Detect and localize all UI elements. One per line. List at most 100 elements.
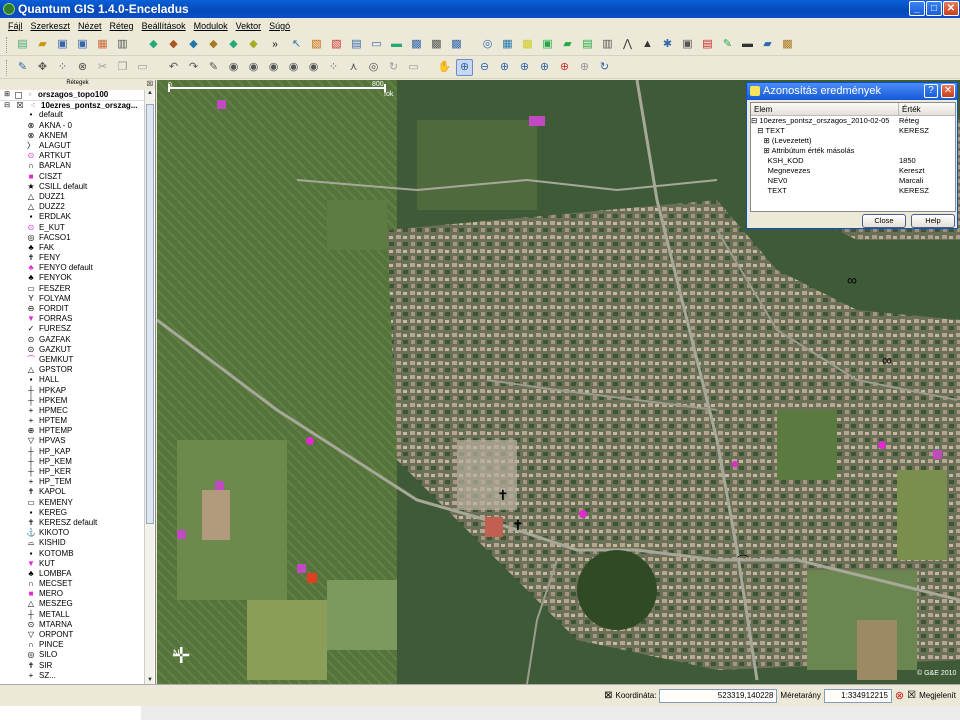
scroll-up-icon[interactable]: ▲: [146, 90, 154, 99]
expand-icon[interactable]: ⊞: [2, 91, 12, 100]
help-button[interactable]: Help: [911, 214, 955, 228]
move-feature-icon[interactable]: ⁘: [54, 59, 71, 76]
tree-row[interactable]: Megnevezes Kereszt: [751, 166, 955, 176]
identify-results-tree[interactable]: Elem Érték ⊟ 10ezres_pontsz_orszagos_201…: [750, 102, 956, 212]
pan-icon[interactable]: ✋: [436, 59, 453, 76]
delete-ring-icon[interactable]: ◉: [265, 59, 282, 76]
tree-row[interactable]: KSH_KOD 1850: [751, 156, 955, 166]
zoom-to-layer-icon[interactable]: ⊕: [536, 59, 553, 76]
refresh-icon[interactable]: ↻: [596, 59, 613, 76]
layer-row-active[interactable]: ⊟ ☒ ⁖ 10ezres_pontsz_orszag...: [0, 100, 155, 110]
rotate-label-icon[interactable]: ▭: [405, 59, 422, 76]
toolbar-overflow-icon[interactable]: »: [265, 36, 285, 53]
show-bookmarks-icon[interactable]: ▩: [448, 36, 465, 53]
save-as-icon[interactable]: ▣: [74, 36, 91, 53]
zoom-next-icon[interactable]: ⊕: [576, 59, 593, 76]
gps-icon[interactable]: ◎: [479, 36, 496, 53]
scrollbar-thumb[interactable]: [146, 104, 154, 524]
bookmark-icon[interactable]: ▩: [408, 36, 425, 53]
terrain-icon[interactable]: ⋀: [619, 36, 636, 53]
menu-help[interactable]: Súgó: [265, 21, 294, 31]
reshape-icon[interactable]: ◉: [305, 59, 322, 76]
delete-icon[interactable]: ⊗: [74, 59, 91, 76]
copyright-label-icon[interactable]: ▰: [759, 36, 776, 53]
layers-scrollbar[interactable]: ▲ ▼: [144, 90, 154, 686]
render-checkbox[interactable]: ☒: [907, 690, 916, 701]
delete-part-icon[interactable]: ◉: [285, 59, 302, 76]
zoom-full-icon[interactable]: ⊕: [496, 59, 513, 76]
add-spatialite-layer-icon[interactable]: ◆: [205, 36, 222, 53]
layer-row-top[interactable]: ⊞ ▫ orszagos_topo100: [0, 90, 155, 100]
zoom-to-selection-icon[interactable]: ⊕: [516, 59, 533, 76]
redo-icon[interactable]: ↷: [185, 59, 202, 76]
close-icon[interactable]: ☒: [147, 80, 153, 88]
menu-plugins[interactable]: Modulok: [190, 21, 232, 31]
merge-icon[interactable]: ⋏: [345, 59, 362, 76]
column-header-value[interactable]: Érték: [899, 103, 955, 115]
north-arrow-icon[interactable]: ▲: [639, 36, 656, 53]
plugin-icon-3[interactable]: ▰: [559, 36, 576, 53]
layer-checkbox[interactable]: [15, 91, 22, 99]
new-bookmark-icon[interactable]: ▩: [428, 36, 445, 53]
plugin-icon-5[interactable]: ▥: [599, 36, 616, 53]
zoom-last-icon[interactable]: ⊕: [556, 59, 573, 76]
print-composer-icon[interactable]: ▦: [94, 36, 111, 53]
measure-line-icon[interactable]: ▭: [368, 36, 385, 53]
toggle-editing-icon[interactable]: ✎: [14, 59, 31, 76]
dialog-close-button[interactable]: ✕: [941, 84, 955, 98]
georeferencer-icon[interactable]: ▦: [499, 36, 516, 53]
split-icon[interactable]: ⁘: [325, 59, 342, 76]
tree-row[interactable]: ⊞ Attribútum érték másolás: [751, 146, 955, 156]
grass-icon[interactable]: ✱: [659, 36, 676, 53]
menu-settings[interactable]: Beállítások: [138, 21, 190, 31]
attribute-table-icon[interactable]: ▤: [348, 36, 365, 53]
scalebar-icon[interactable]: ▬: [739, 36, 756, 53]
add-vector-layer-icon[interactable]: ◆: [145, 36, 162, 53]
undo-icon[interactable]: ↶: [165, 59, 182, 76]
scale-field[interactable]: 1:334912215: [823, 688, 892, 703]
identify-features-icon[interactable]: ↖: [288, 36, 305, 53]
add-island-icon[interactable]: ◉: [245, 59, 262, 76]
simplify-icon[interactable]: ✎: [205, 59, 222, 76]
plugin-icon-4[interactable]: ▤: [579, 36, 596, 53]
plugin-icon-7[interactable]: ▩: [779, 36, 796, 53]
zoom-out-icon[interactable]: ⊖: [476, 59, 493, 76]
menu-layer[interactable]: Réteg: [106, 21, 138, 31]
minimize-button[interactable]: _: [909, 1, 925, 16]
add-ring-icon[interactable]: ◉: [225, 59, 242, 76]
collapse-icon[interactable]: ⊟: [2, 101, 12, 110]
close-button[interactable]: ✕: [943, 1, 959, 16]
add-postgis-layer-icon[interactable]: ◆: [185, 36, 202, 53]
tree-row[interactable]: NEV0 Marcali: [751, 176, 955, 186]
stop-render-icon[interactable]: ⊗: [895, 689, 904, 702]
plugin-icon-1[interactable]: ▩: [519, 36, 536, 53]
save-project-icon[interactable]: ▣: [54, 36, 71, 53]
column-header-element[interactable]: Elem: [751, 103, 899, 115]
tree-row[interactable]: TEXT KERESZ: [751, 186, 955, 196]
copy-icon[interactable]: ❐: [114, 59, 131, 76]
cut-icon[interactable]: ✂: [94, 59, 111, 76]
open-project-icon[interactable]: ▰: [34, 36, 51, 53]
select-features-icon[interactable]: ▧: [308, 36, 325, 53]
zoom-in-icon[interactable]: ⊕: [456, 59, 473, 76]
close-button[interactable]: Close: [862, 214, 906, 228]
new-vector-layer-icon[interactable]: ◆: [245, 36, 262, 53]
new-project-icon[interactable]: ▤: [14, 36, 31, 53]
layer-checkbox-checked[interactable]: ☒: [15, 101, 25, 110]
add-wms-layer-icon[interactable]: ◆: [225, 36, 242, 53]
menu-view[interactable]: Nézet: [74, 21, 106, 31]
restore-button[interactable]: □: [926, 1, 942, 16]
tree-row[interactable]: ⊟ 10ezres_pontsz_orszagos_2010-02-05 Réte…: [751, 116, 955, 126]
print-icon[interactable]: ▥: [114, 36, 131, 53]
map-tips-icon[interactable]: ▬: [388, 36, 405, 53]
tree-row[interactable]: ⊞ (Levezetett): [751, 136, 955, 146]
pdf-icon[interactable]: ▤: [699, 36, 716, 53]
edit-icon[interactable]: ✎: [719, 36, 736, 53]
node-tool-icon[interactable]: ◎: [365, 59, 382, 76]
coordinate-toggle-icon[interactable]: ⊠: [604, 690, 612, 701]
tree-row[interactable]: ⊟ TEXT KERESZ: [751, 126, 955, 136]
coordinate-field[interactable]: 523319,140228: [659, 688, 778, 703]
plugin-icon-2[interactable]: ▣: [539, 36, 556, 53]
rotate-icon[interactable]: ↻: [385, 59, 402, 76]
menu-edit[interactable]: Szerkeszt: [27, 21, 75, 31]
